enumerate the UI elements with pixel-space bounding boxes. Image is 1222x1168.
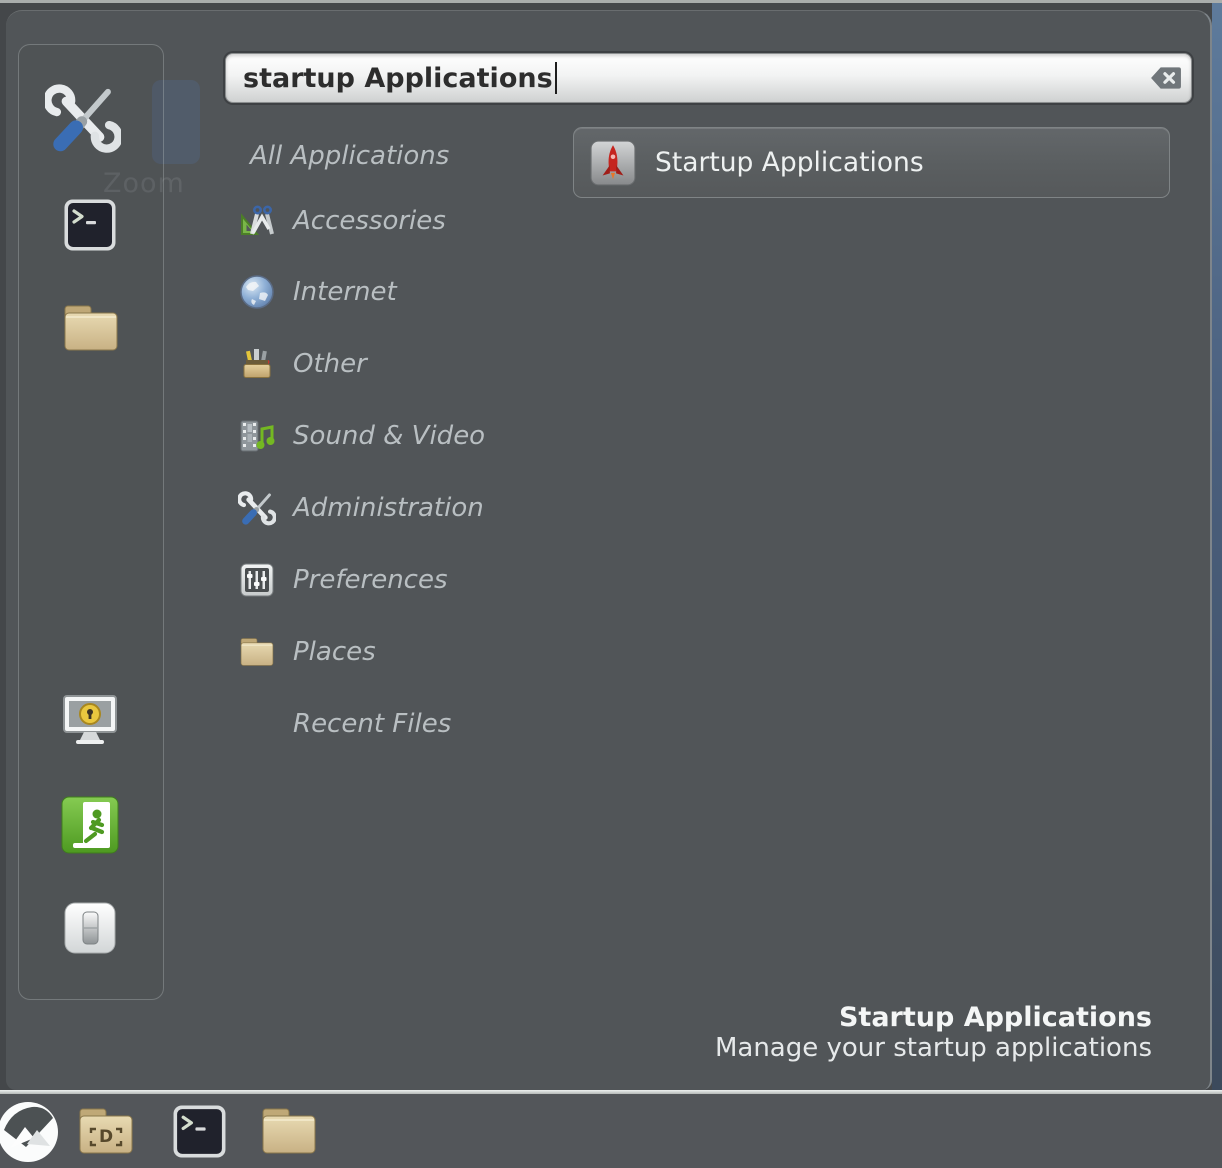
filmstrip-note-icon	[238, 417, 276, 455]
globe-icon	[238, 273, 276, 311]
category-administration[interactable]: Administration	[225, 476, 570, 540]
category-other[interactable]: Other	[225, 332, 570, 396]
lock-screen-icon	[58, 692, 122, 754]
category-label: Preferences	[293, 565, 448, 595]
category-all-applications[interactable]: All Applications	[225, 124, 570, 188]
category-accessories[interactable]: Accessories	[225, 189, 570, 253]
result-startup-applications[interactable]: Startup Applications	[573, 127, 1170, 198]
sidebar-item-system-settings[interactable]	[45, 82, 121, 158]
power-switch-icon	[63, 901, 117, 959]
folder-icon	[258, 1104, 320, 1162]
taskbar-folder-d[interactable]: D	[75, 1106, 137, 1160]
rocket-icon	[589, 139, 637, 187]
taskbar-menu-launcher[interactable]	[0, 1102, 60, 1166]
accessories-icon	[238, 202, 276, 240]
category-label: Other	[293, 349, 367, 379]
category-label: Internet	[293, 277, 397, 307]
terminal-icon	[63, 198, 117, 256]
category-sound-video[interactable]: Sound & Video	[225, 404, 570, 468]
sidebar-item-quit[interactable]	[63, 903, 117, 957]
category-label: Sound & Video	[293, 421, 485, 451]
category-label: All Applications	[250, 141, 449, 171]
category-recent-files[interactable]: Recent Files	[225, 692, 570, 756]
svg-text:D: D	[99, 1127, 113, 1147]
result-label: Startup Applications	[655, 147, 924, 178]
category-label: Places	[293, 637, 376, 667]
taskbar-terminal[interactable]	[172, 1106, 227, 1161]
desktop-top-edge	[0, 0, 1222, 3]
sidebar-item-lock-screen[interactable]	[58, 694, 122, 752]
sidebar-item-files[interactable]	[60, 303, 122, 357]
category-label: Administration	[293, 493, 484, 523]
selection-subtitle: Manage your startup applications	[600, 1033, 1152, 1064]
sliders-icon	[238, 561, 276, 599]
selection-description: Startup Applications Manage your startup…	[600, 1002, 1152, 1064]
mint-logo-icon	[0, 1100, 60, 1168]
desktop-wallpaper-edge	[1212, 3, 1222, 1090]
sidebar-item-terminal[interactable]	[63, 200, 117, 254]
category-internet[interactable]: Internet	[225, 260, 570, 324]
category-label: Recent Files	[293, 709, 451, 739]
taskbar-files[interactable]	[258, 1106, 320, 1160]
sidebar-item-logout[interactable]	[60, 797, 120, 857]
tools-icon	[238, 489, 276, 527]
selection-title: Startup Applications	[600, 1002, 1152, 1033]
search-input-value: startup Applications	[243, 63, 553, 94]
logout-door-icon	[60, 795, 120, 859]
clear-search-button[interactable]	[1150, 66, 1182, 90]
category-preferences[interactable]: Preferences	[225, 548, 570, 612]
category-label: Accessories	[293, 206, 446, 236]
terminal-icon	[172, 1104, 227, 1163]
toolbox-icon	[238, 345, 276, 383]
category-places[interactable]: Places	[225, 620, 570, 684]
tools-icon	[45, 80, 121, 160]
text-cursor	[555, 62, 557, 94]
clear-backspace-icon	[1150, 75, 1182, 94]
folder-icon	[60, 301, 122, 359]
folder-icon	[238, 633, 276, 671]
search-input[interactable]: startup Applications	[225, 53, 1192, 103]
folder-d-icon: D	[75, 1104, 137, 1162]
